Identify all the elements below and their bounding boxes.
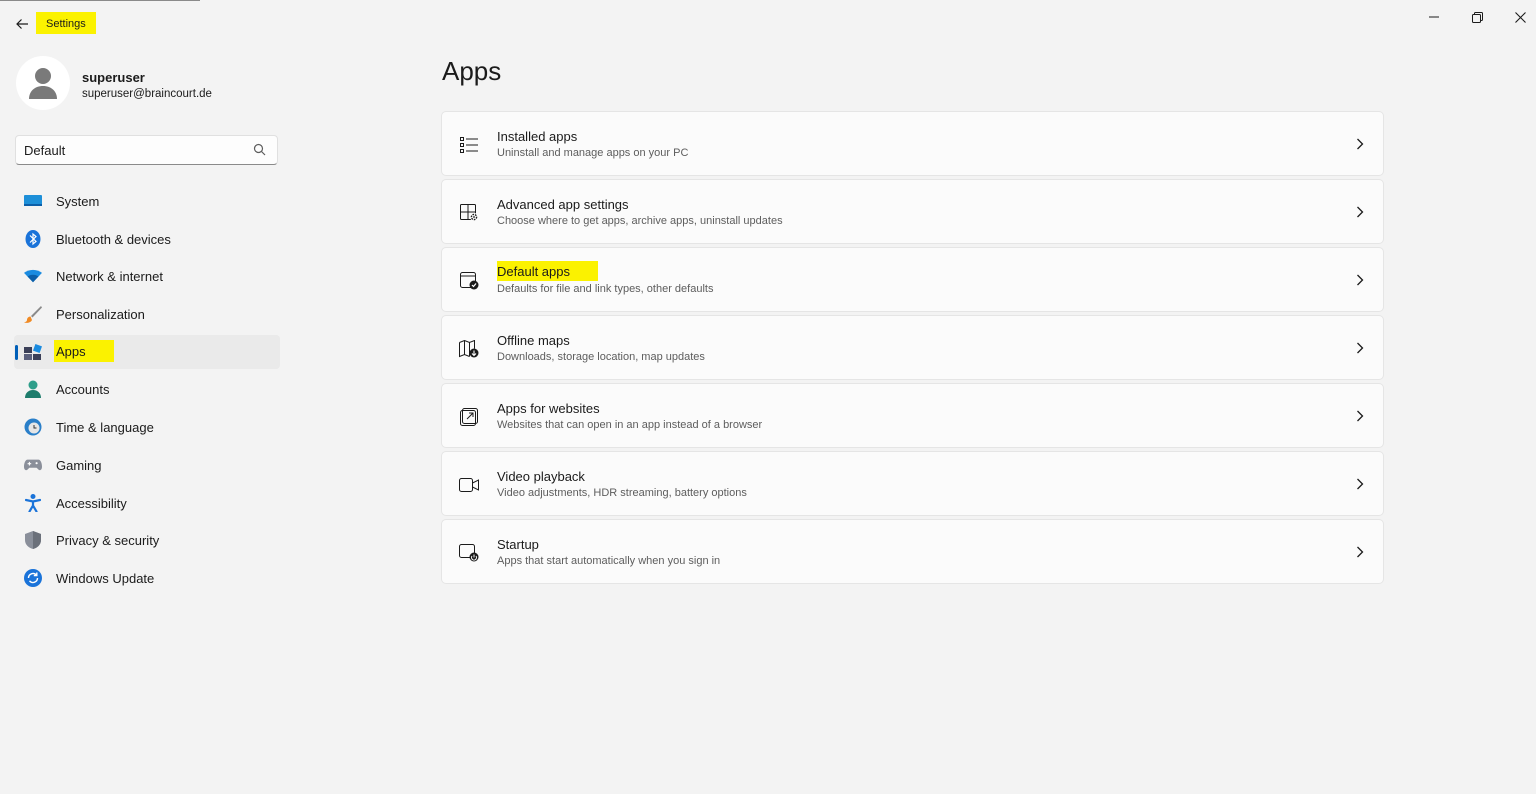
wifi-icon [24,267,42,285]
card-default-apps[interactable]: Default apps Defaults for file and link … [441,247,1384,312]
minimize-button[interactable] [1414,4,1454,30]
close-icon [1514,11,1526,23]
chevron-right-icon [1353,476,1367,492]
card-startup[interactable]: Startup Apps that start automatically wh… [441,519,1384,584]
active-indicator [15,344,18,360]
sidebar-item-accessibility[interactable]: Accessibility [14,486,280,520]
search-input[interactable] [24,140,244,160]
sidebar-item-label: Personalization [56,307,145,323]
card-subtitle: Uninstall and manage apps on your PC [497,147,689,159]
sidebar-nav: System Bluetooth & devices Network & int… [14,184,280,599]
window-title: Settings [36,12,96,34]
sidebar-item-accounts[interactable]: Accounts [14,372,280,406]
page-title: Apps [442,56,502,86]
user-name: superuser [82,70,145,85]
sidebar-item-network[interactable]: Network & internet [14,259,280,293]
accounts-icon [24,380,42,399]
app-settings-icon [458,202,480,224]
search-box[interactable] [15,135,278,165]
sidebar-item-windows-update[interactable]: Windows Update [14,561,280,595]
video-icon [458,474,480,496]
card-installed-apps[interactable]: Installed apps Uninstall and manage apps… [441,111,1384,176]
card-video-playback[interactable]: Video playback Video adjustments, HDR st… [441,451,1384,516]
sidebar-item-gaming[interactable]: Gaming [14,448,280,482]
sidebar-item-label: Gaming [56,457,102,473]
minimize-icon [1429,16,1439,18]
card-subtitle: Downloads, storage location, map updates [497,351,705,363]
card-title: Installed apps [497,129,578,144]
back-button[interactable] [10,12,34,36]
bluetooth-icon [24,229,42,248]
card-offline-maps[interactable]: Offline maps Downloads, storage location… [441,315,1384,380]
default-apps-icon [458,270,480,292]
card-apps-for-websites[interactable]: Apps for websites Websites that can open… [441,383,1384,448]
card-subtitle: Websites that can open in an app instead… [497,419,763,431]
sidebar-item-bluetooth[interactable]: Bluetooth & devices [14,222,280,256]
sidebar-item-label: Accounts [56,382,110,398]
brush-icon [24,305,42,323]
sidebar-item-privacy-security[interactable]: Privacy & security [14,523,280,557]
sidebar-item-time-language[interactable]: Time & language [14,410,280,444]
startup-icon [458,542,480,564]
card-subtitle: Choose where to get apps, archive apps, … [497,215,783,227]
restore-button[interactable] [1457,4,1497,30]
sidebar-item-apps[interactable]: Apps [14,334,280,369]
chevron-right-icon [1353,340,1367,356]
avatar[interactable] [16,56,70,110]
card-title: Offline maps [497,333,570,348]
restore-icon [1471,11,1483,23]
card-subtitle: Defaults for file and link types, other … [497,283,714,295]
card-title: Default apps [497,261,598,281]
apps-icon [24,343,42,361]
sidebar-item-label: Windows Update [56,570,155,586]
close-button[interactable] [1500,4,1536,30]
update-icon [24,568,42,587]
card-subtitle: Apps that start automatically when you s… [497,555,721,567]
card-subtitle: Video adjustments, HDR streaming, batter… [497,487,747,499]
gamepad-icon [24,456,42,474]
globe-clock-icon [24,418,42,436]
map-download-icon [458,338,480,360]
chevron-right-icon [1353,408,1367,424]
user-avatar-icon [29,68,57,99]
card-title: Advanced app settings [497,197,629,212]
sidebar-item-personalization[interactable]: Personalization [14,297,280,331]
search-icon[interactable] [253,143,267,157]
open-in-app-icon [458,406,480,428]
card-title: Apps for websites [497,401,600,416]
sidebar-item-label: Apps [54,339,114,362]
shield-icon [24,531,42,550]
sidebar-item-system[interactable]: System [14,184,280,218]
system-icon [24,192,42,210]
card-advanced-app-settings[interactable]: Advanced app settings Choose where to ge… [441,179,1384,244]
accessibility-icon [24,493,42,512]
sidebar-item-label: Accessibility [56,495,127,511]
title-bar: Settings [0,0,1536,46]
chevron-right-icon [1353,204,1367,220]
sidebar-item-label: System [56,194,100,209]
chevron-right-icon [1353,136,1367,152]
back-arrow-icon [16,19,28,29]
settings-card-list: Installed apps Uninstall and manage apps… [441,111,1384,587]
sidebar-item-label: Privacy & security [56,533,160,549]
sidebar-item-label: Time & language [56,420,154,436]
list-icon [458,134,480,156]
chevron-right-icon [1353,272,1367,288]
user-email: superuser@braincourt.de [82,88,212,100]
card-title: Startup [497,537,539,552]
card-title: Video playback [497,469,585,484]
sidebar-item-label: Bluetooth & devices [56,231,171,247]
chevron-right-icon [1353,544,1367,560]
sidebar-item-label: Network & internet [56,269,163,285]
